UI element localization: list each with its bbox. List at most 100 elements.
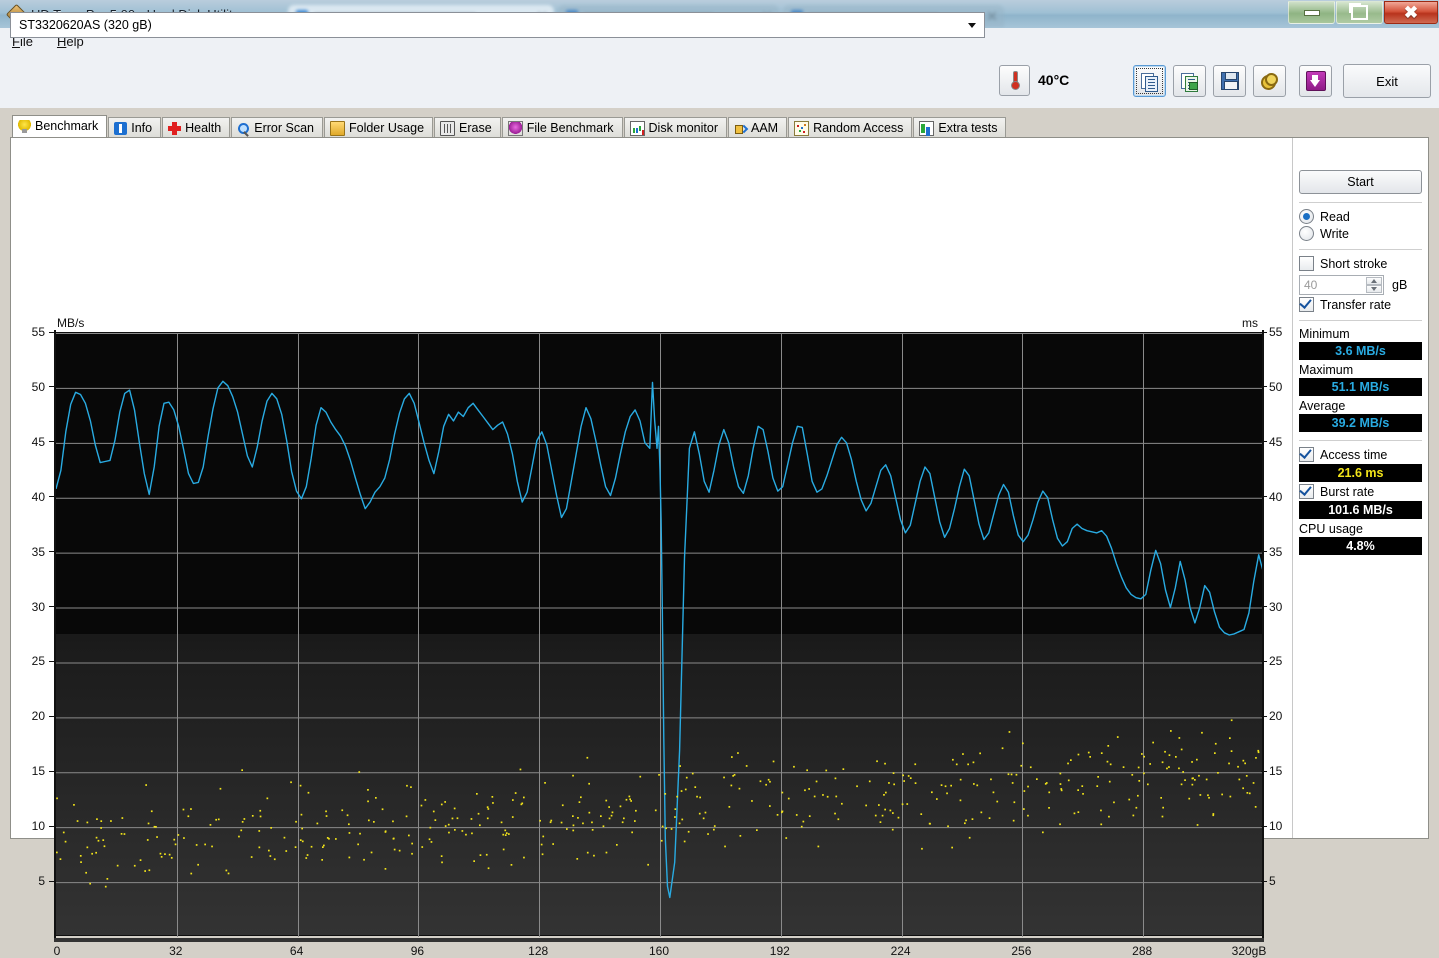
drive-selector[interactable]: ST3320620AS (320 gB) (10, 12, 985, 38)
maximum-label: Maximum (1299, 363, 1354, 377)
y2-axis-tickmark (1261, 441, 1267, 443)
checkbox-icon (1299, 297, 1314, 312)
burst-rate-value: 101.6 MB/s (1299, 501, 1422, 519)
temperature-button[interactable] (999, 65, 1030, 96)
y-axis-tick: 50 (31, 379, 45, 394)
dots-icon (794, 120, 810, 136)
short-stroke-input[interactable]: 40 (1299, 275, 1384, 295)
tab-random-access[interactable]: Random Access (788, 117, 913, 138)
minimize-button[interactable] (1288, 1, 1335, 24)
lightbulb-icon (18, 119, 31, 133)
y-axis-label: MB/s (57, 316, 85, 330)
tab-disk-monitor[interactable]: Disk monitor (623, 117, 727, 138)
radio-read[interactable]: Read (1299, 209, 1422, 224)
y2-axis-tickmark (1261, 331, 1267, 333)
checkbox-burst-rate[interactable]: Burst rate (1299, 484, 1422, 499)
y-axis-tickmark (49, 551, 55, 553)
y2-axis-tick: 30 (1269, 599, 1283, 614)
checkbox-icon (1299, 447, 1314, 462)
x-axis-tick: 96 (410, 944, 425, 958)
y-axis-tickmark (49, 770, 55, 772)
tab-benchmark[interactable]: Benchmark (12, 115, 108, 138)
x-axis-tick: 192 (769, 944, 790, 958)
copy-document-icon (1141, 72, 1158, 92)
checkbox-short-stroke[interactable]: Short stroke (1299, 256, 1422, 271)
copy-image-button[interactable] (1173, 65, 1206, 97)
tab-erase[interactable]: Erase (434, 117, 501, 138)
radio-write[interactable]: Write (1299, 226, 1422, 241)
x-axis-tick: 320gB (1231, 944, 1267, 958)
y-axis-tick: 35 (31, 544, 45, 559)
info-icon (114, 121, 128, 135)
tab-info[interactable]: Info (108, 117, 162, 138)
results-sidebar: Start Read Write Short stroke 40 gB Tran… (1292, 138, 1428, 838)
x-axis-tick: 288 (1132, 944, 1153, 958)
radio-write-icon (1299, 226, 1314, 241)
y2-axis-tickmark (1261, 715, 1267, 717)
red-cross-icon (168, 121, 182, 135)
tab-health[interactable]: Health (162, 117, 231, 138)
download-arrow-icon (1305, 71, 1326, 91)
spinner-down-button[interactable] (1366, 285, 1382, 293)
y2-axis-tick: 50 (1269, 379, 1283, 394)
y2-axis-tick: 10 (1269, 819, 1283, 834)
tab-aam[interactable]: AAM (728, 117, 788, 138)
y2-axis-tick: 55 (1269, 325, 1283, 339)
y-axis-tick: 30 (31, 599, 45, 614)
y2-axis-tickmark (1261, 606, 1267, 608)
checkbox-access-time[interactable]: Access time (1299, 447, 1422, 462)
x-axis-tick: 0 (53, 944, 61, 958)
restore-icon (1349, 3, 1368, 20)
x-axis-tick: 224 (890, 944, 911, 958)
tab-extra-tests[interactable]: Extra tests (913, 117, 1007, 138)
close-button[interactable]: ✖ (1384, 1, 1438, 24)
close-icon: ✖ (1403, 3, 1419, 22)
minimize-icon (1303, 9, 1320, 16)
purple-bulb-icon (507, 120, 523, 136)
y2-axis-tickmark (1261, 660, 1267, 662)
floppy-save-icon (1220, 72, 1239, 90)
y-axis-tickmark (49, 386, 55, 388)
spinner-buttons[interactable] (1366, 277, 1382, 293)
checkbox-transfer-rate[interactable]: Transfer rate (1299, 297, 1422, 312)
tab-strip: Benchmark Info Health Error Scan Folder … (12, 115, 1007, 138)
save-button[interactable] (1213, 65, 1246, 97)
drive-selector-value: ST3320620AS (320 gB) (19, 18, 152, 32)
chevron-down-icon[interactable] (961, 14, 983, 36)
y-axis-tickmark (49, 496, 55, 498)
gears-icon (1261, 73, 1278, 90)
copy-to-clipboard-button[interactable] (1133, 65, 1166, 97)
y2-axis-tickmark (1261, 825, 1267, 827)
y2-axis-tickmark (1261, 496, 1267, 498)
tab-error-scan[interactable]: Error Scan (231, 117, 323, 138)
download-button[interactable] (1299, 65, 1332, 97)
start-button[interactable]: Start (1299, 170, 1422, 194)
chevron-down-icon (1371, 287, 1377, 291)
cpu-usage-value: 4.8% (1299, 537, 1422, 555)
tab-file-benchmark[interactable]: File Benchmark (501, 117, 623, 138)
benchmark-chart: MB/s ms 5 10 15 20 25 30 35 40 45 50 55 5 10 15 20 25 3… (11, 138, 1283, 958)
y-axis-tickmark (49, 331, 55, 333)
burst-rate-label: Burst rate (1320, 484, 1375, 499)
y2-axis-tick: 45 (1269, 434, 1283, 449)
close-icon (988, 12, 996, 20)
transfer-rate-label: Transfer rate (1320, 297, 1392, 312)
maximize-button[interactable] (1336, 1, 1383, 24)
x-axis-tick: 32 (169, 944, 183, 958)
short-stroke-unit: gB (1392, 278, 1408, 292)
spinner-up-button[interactable] (1366, 277, 1382, 285)
exit-button[interactable]: Exit (1343, 64, 1431, 98)
short-stroke-size-row: 40 gB (1299, 275, 1422, 295)
chevron-up-icon (1371, 279, 1377, 283)
short-stroke-label: Short stroke (1320, 256, 1388, 271)
settings-button[interactable] (1253, 65, 1286, 97)
average-label: Average (1299, 399, 1346, 413)
checkbox-icon (1299, 256, 1314, 271)
y-axis-tickmark (49, 880, 55, 882)
x-axis-tick: 160 (648, 944, 670, 958)
y-axis-tick: 55 (31, 325, 45, 339)
copy-image-icon (1181, 72, 1198, 92)
cpu-usage-label: CPU usage (1299, 522, 1363, 536)
tab-folder-usage[interactable]: Folder Usage (323, 117, 434, 138)
chart-series (56, 380, 1264, 899)
